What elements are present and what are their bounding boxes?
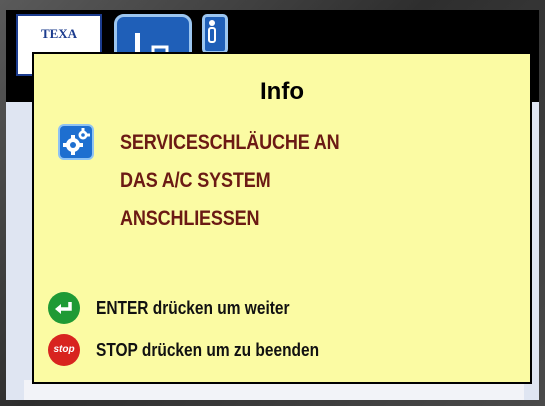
- gear-icon: [58, 124, 94, 160]
- dialog-message: SERVICESCHLÄUCHE AN DAS A/C SYSTEM ANSCH…: [120, 124, 455, 238]
- stop-hint[interactable]: stop STOP drücken um zu beenden: [48, 334, 508, 366]
- stop-icon[interactable]: stop: [48, 334, 80, 366]
- dialog-title: Info: [260, 78, 304, 105]
- enter-hint[interactable]: ENTER drücken um weiter: [48, 292, 508, 324]
- info-icon: [208, 20, 216, 43]
- message-line: DAS A/C SYSTEM: [120, 169, 271, 192]
- info-dialog: Info SERVICESCHLÄUCHE AN DAS A/C SYSTEM …: [32, 52, 532, 384]
- stop-icon-text: stop: [53, 344, 75, 355]
- message-line: ANSCHLIESSEN: [120, 207, 260, 230]
- logo-text: TEXA: [40, 26, 78, 41]
- enter-hint-label: ENTER drücken um weiter: [96, 298, 290, 318]
- enter-icon[interactable]: [48, 292, 80, 324]
- device-screen: TEXA Info SERVICESCHLÄUCHE AN DAS A/C SY…: [6, 10, 539, 400]
- toolbar-info-button[interactable]: [202, 14, 228, 54]
- message-line: SERVICESCHLÄUCHE AN: [120, 131, 340, 154]
- stop-hint-label: STOP drücken um zu beenden: [96, 340, 320, 360]
